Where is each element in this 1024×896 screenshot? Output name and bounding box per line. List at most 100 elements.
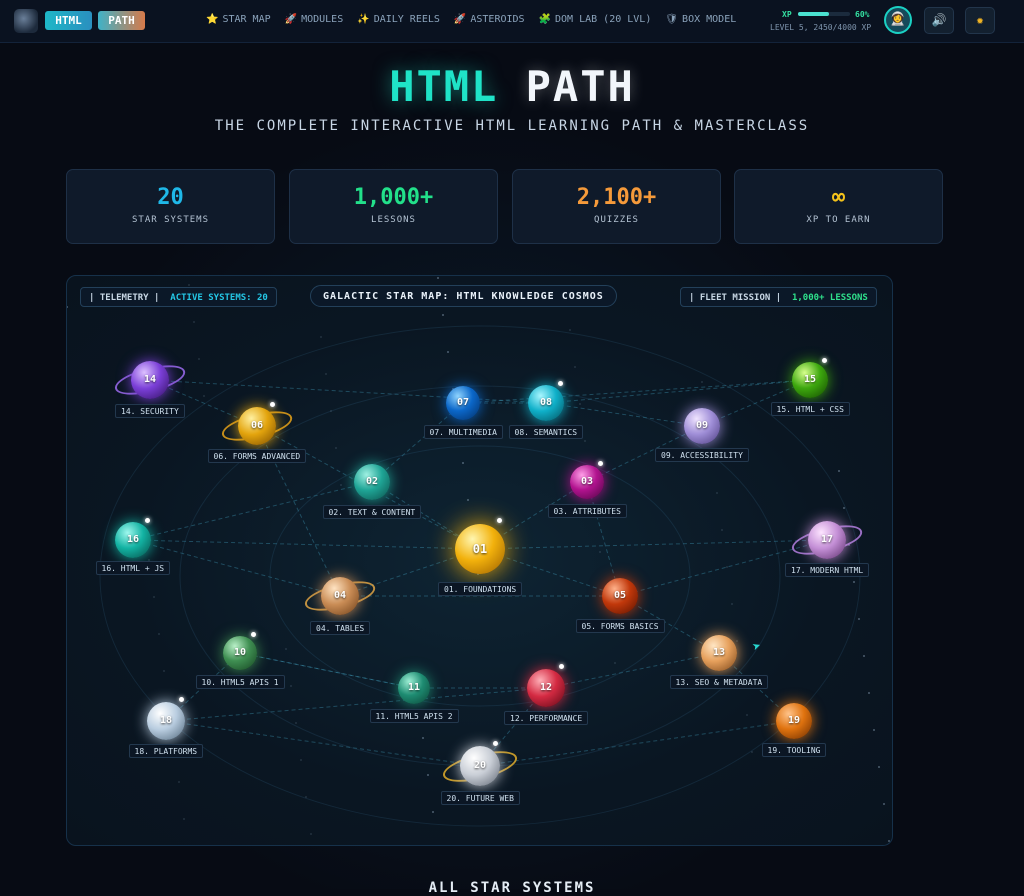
- background-star: [838, 470, 840, 472]
- background-star: [203, 395, 205, 397]
- planet-05[interactable]: 05: [602, 578, 638, 614]
- planet-12[interactable]: 12: [527, 669, 565, 707]
- logo-path-badge[interactable]: PATH: [98, 11, 145, 30]
- nav-item-asteroids[interactable]: 🚀 ASTEROIDS: [454, 14, 525, 25]
- planet-08[interactable]: 08: [528, 385, 564, 421]
- reel-icon: ✨: [357, 14, 370, 25]
- planet-label-20[interactable]: 20. FUTURE WEB: [440, 791, 520, 805]
- active-systems-value: ACTIVE SYSTEMS: 20: [170, 293, 268, 303]
- planet-label-04[interactable]: 04. TABLES: [310, 621, 371, 635]
- planet-15[interactable]: 15: [792, 362, 828, 398]
- avatar[interactable]: 👩‍🚀: [884, 6, 912, 34]
- fleet-mission-value: 1,000+ LESSONS: [791, 293, 868, 303]
- puzzle-icon: 🧩: [538, 14, 552, 25]
- background-star: [584, 440, 586, 442]
- planet-13[interactable]: 13: [701, 635, 737, 671]
- nav-item-modules[interactable]: 🚀 MODULES: [285, 14, 344, 25]
- planet-label-08[interactable]: 08. SEMANTICS: [508, 425, 584, 439]
- theme-toggle-button[interactable]: ✹: [965, 7, 995, 34]
- moon-dot: [144, 517, 150, 523]
- planet-10[interactable]: 10: [223, 636, 257, 670]
- planet-label-12[interactable]: 12. PERFORMANCE: [504, 711, 589, 725]
- connection-line: [132, 539, 481, 550]
- background-star: [878, 766, 880, 768]
- planet-label-11[interactable]: 11. HTML5 APIS 2: [369, 709, 459, 723]
- logo-html-badge[interactable]: HTML: [45, 11, 92, 30]
- xp-label: XP: [782, 10, 792, 19]
- planet-label-18[interactable]: 18. PLATFORMS: [128, 744, 204, 758]
- background-star: [863, 655, 865, 657]
- speaker-icon: 🔊: [931, 13, 947, 27]
- planet-18[interactable]: 18: [147, 702, 185, 740]
- background-star: [736, 640, 738, 642]
- planet-19[interactable]: 19: [776, 703, 812, 739]
- background-star: [574, 366, 576, 368]
- nav-item-dom-lab[interactable]: 🧩 DOM LAB (20 LVL): [539, 14, 652, 25]
- background-star: [447, 351, 449, 353]
- stat-value: 2,100+: [576, 185, 657, 210]
- background-star: [198, 358, 200, 360]
- background-star: [158, 633, 160, 635]
- planet-16[interactable]: 16: [115, 522, 151, 558]
- planet-label-03[interactable]: 03. ATTRIBUTES: [547, 504, 627, 518]
- background-star: [290, 685, 292, 687]
- background-star: [427, 774, 429, 776]
- planet-label-05[interactable]: 05. FORMS BASICS: [575, 619, 665, 633]
- planet-label-14[interactable]: 14. SECURITY: [115, 404, 185, 418]
- sun-icon: ✹: [976, 13, 984, 27]
- background-star: [853, 581, 855, 583]
- background-star: [751, 751, 753, 753]
- background-star: [721, 529, 723, 531]
- stat-value: ∞: [831, 185, 846, 210]
- nav-item-star-map[interactable]: ⭐ STAR MAP: [206, 14, 271, 25]
- all-star-systems-heading: ALL STAR SYSTEMS: [428, 880, 596, 896]
- planet-label-06[interactable]: 06. FORMS ADVANCED: [207, 449, 307, 463]
- title-path: PATH: [525, 62, 635, 111]
- planet-label-01[interactable]: 01. FOUNDATIONS: [438, 582, 523, 596]
- background-star: [746, 714, 748, 716]
- connection-line: [545, 402, 703, 427]
- nav-item-daily-reels[interactable]: ✨ DAILY REELS: [357, 14, 440, 25]
- planet-label-19[interactable]: 19. TOOLING: [761, 743, 827, 757]
- planet-20[interactable]: 20: [460, 746, 500, 786]
- planet-07[interactable]: 07: [446, 386, 480, 420]
- xp-progress-bar: [798, 12, 850, 16]
- background-star: [579, 403, 581, 405]
- planet-label-17[interactable]: 17. MODERN HTML: [785, 563, 870, 577]
- planet-06[interactable]: 06: [238, 407, 276, 445]
- background-star: [432, 811, 434, 813]
- shield-icon: 🛡: [665, 14, 679, 25]
- background-star: [325, 373, 327, 375]
- planet-14[interactable]: 14: [131, 361, 169, 399]
- planet-01[interactable]: 01: [455, 524, 505, 574]
- planet-03[interactable]: 03: [570, 465, 604, 499]
- logo-icon[interactable]: [14, 9, 38, 33]
- planet-02[interactable]: 02: [354, 464, 390, 500]
- planet-11[interactable]: 11: [398, 672, 430, 704]
- planet-label-16[interactable]: 16. HTML + JS: [95, 561, 171, 575]
- background-star: [153, 596, 155, 598]
- background-star: [285, 648, 287, 650]
- moon-dot: [557, 380, 563, 386]
- planet-label-10[interactable]: 10. HTML5 APIS 1: [195, 675, 285, 689]
- background-star: [310, 833, 312, 835]
- planet-label-09[interactable]: 09. ACCESSIBILITY: [655, 448, 749, 462]
- background-star: [843, 507, 845, 509]
- planet-label-15[interactable]: 15. HTML + CSS: [770, 402, 850, 416]
- planet-label-02[interactable]: 02. TEXT & CONTENT: [322, 505, 422, 519]
- planet-09[interactable]: 09: [684, 408, 720, 444]
- planet-label-13[interactable]: 13. SEO & METADATA: [669, 675, 769, 689]
- planet-17[interactable]: 17: [808, 521, 846, 559]
- xp-percent: 60%: [855, 10, 870, 19]
- moon-dot: [496, 518, 502, 523]
- background-star: [726, 566, 728, 568]
- stat-label: XP TO EARN: [806, 215, 871, 225]
- stat-value: 20: [157, 185, 184, 210]
- planet-04[interactable]: 04: [321, 577, 359, 615]
- stat-card-quizzes: 2,100+ QUIZZES: [512, 169, 721, 244]
- planet-label-07[interactable]: 07. MULTIMEDIA: [423, 425, 503, 439]
- sound-button[interactable]: 🔊: [924, 7, 954, 34]
- nav-item-box-model[interactable]: 🛡 BOX MODEL: [665, 14, 736, 25]
- nav-menu: ⭐ STAR MAP 🚀 MODULES ✨ DAILY REELS 🚀 ASTEROI…: [206, 14, 750, 25]
- stat-label: QUIZZES: [594, 215, 639, 225]
